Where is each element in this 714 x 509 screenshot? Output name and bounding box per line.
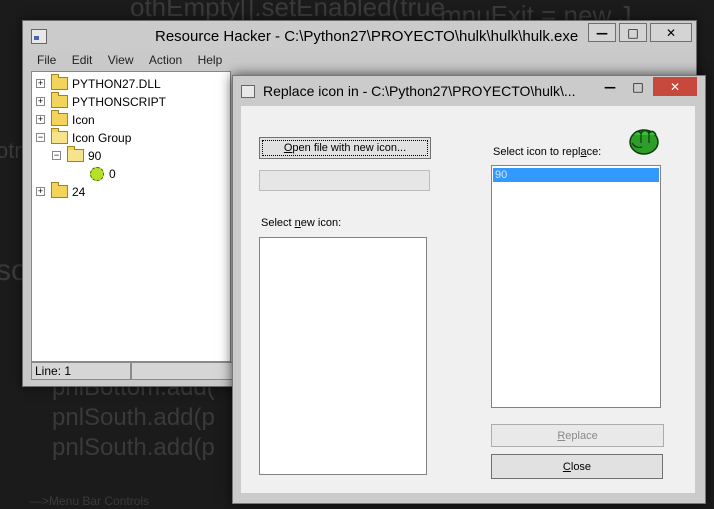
close-button[interactable]: Close — [491, 454, 663, 479]
maximize-button[interactable]: □ — [619, 23, 647, 42]
maximize-icon: □ — [632, 79, 644, 94]
caption-buttons: — □ ✕ — [585, 23, 692, 42]
dialog-app-icon — [241, 85, 255, 98]
new-icon-list[interactable] — [259, 237, 427, 475]
folder-icon — [51, 74, 68, 90]
folder-icon — [51, 110, 68, 126]
expand-icon[interactable]: + — [36, 187, 45, 196]
minimize-button[interactable]: — — [588, 23, 616, 42]
expand-icon[interactable]: + — [36, 97, 45, 106]
minimize-icon: — — [596, 25, 608, 40]
folder-icon — [51, 182, 68, 198]
close-button-label: Close — [562, 460, 592, 473]
close-icon: ✕ — [669, 79, 681, 94]
maximize-icon: □ — [627, 25, 639, 40]
fist-shape — [629, 129, 659, 155]
tree-item-24[interactable]: + 24 — [36, 182, 86, 200]
open-file-button[interactable]: Open file with new icon... — [259, 137, 431, 159]
window-title: Resource Hacker - C:\Python27\PROYECTO\h… — [155, 28, 579, 45]
replace-icon-dialog: Replace icon in - C:\Python27\PROYECTO\h… — [232, 75, 706, 504]
tree-item-python27-dll[interactable]: + PYTHON27.DLL — [36, 74, 161, 92]
menu-bar: File Edit View Action Help — [31, 53, 687, 71]
expand-icon[interactable]: + — [36, 115, 45, 124]
background-code-line: pnlSouth.add(p — [52, 434, 215, 461]
app-icon — [31, 29, 47, 44]
hulk-fist-icon — [629, 129, 659, 155]
dialog-title-bar[interactable]: Replace icon in - C:\Python27\PROYECTO\h… — [233, 76, 705, 104]
replace-button-label: Replace — [557, 429, 598, 442]
dialog-body: Open file with new icon... Select new ic… — [241, 106, 695, 493]
expand-icon[interactable]: + — [36, 79, 45, 88]
dialog-maximize-button[interactable]: □ — [625, 77, 651, 96]
tree-item-label: Icon Group — [72, 130, 132, 145]
tree-item-90[interactable]: − 90 — [52, 146, 102, 164]
collapse-icon[interactable]: − — [36, 133, 45, 142]
tree-item-0[interactable]: 0 — [90, 165, 116, 182]
list-item-90[interactable]: 90 — [493, 168, 659, 182]
tree-item-label: PYTHONSCRIPT — [72, 94, 167, 109]
open-file-button-label: Open file with new icon... — [283, 142, 407, 154]
menu-action[interactable]: Action — [149, 53, 182, 67]
tree-item-label: 90 — [88, 148, 102, 163]
folder-icon — [51, 92, 68, 108]
tree-item-pythonscript[interactable]: + PYTHONSCRIPT — [36, 92, 167, 110]
dialog-title: Replace icon in - C:\Python27\PROYECTO\h… — [263, 83, 576, 99]
dialog-close-button[interactable]: ✕ — [653, 77, 697, 96]
tree-item-label: 0 — [109, 166, 116, 181]
dialog-minimize-button[interactable]: — — [597, 77, 623, 96]
tree-item-label: Icon — [72, 112, 95, 127]
close-icon: ✕ — [665, 25, 677, 40]
status-line: Line: 1 — [31, 362, 131, 380]
menu-file[interactable]: File — [37, 53, 56, 67]
replace-icon-list[interactable]: 90 — [491, 165, 661, 408]
background-code-line: —>Menu Bar Controls — [30, 494, 150, 508]
menu-help[interactable]: Help — [198, 53, 223, 67]
tree-item-label: 24 — [72, 184, 86, 199]
menu-view[interactable]: View — [108, 53, 134, 67]
open-folder-icon — [51, 128, 68, 144]
select-replace-label: Select icon to replace: — [493, 146, 602, 158]
background-code-line: pnlSouth.add(p — [52, 404, 215, 431]
close-window-button[interactable]: ✕ — [650, 23, 692, 42]
collapse-icon[interactable]: − — [52, 151, 61, 160]
icon-resource-icon — [90, 166, 104, 181]
menu-edit[interactable]: Edit — [72, 53, 93, 67]
dialog-caption-buttons: — □ ✕ — [595, 77, 697, 96]
minimize-icon: — — [604, 79, 616, 94]
select-new-icon-label: Select new icon: — [261, 217, 342, 229]
replace-button[interactable]: Replace — [491, 424, 664, 447]
title-bar[interactable]: Resource Hacker - C:\Python27\PROYECTO\h… — [23, 21, 696, 51]
load-progress-bar — [259, 170, 430, 191]
resource-tree[interactable]: + PYTHON27.DLL + PYTHONSCRIPT + Icon − I… — [31, 71, 231, 362]
tree-item-icon-group[interactable]: − Icon Group — [36, 128, 132, 146]
tree-item-label: PYTHON27.DLL — [72, 76, 161, 91]
tree-item-icon[interactable]: + Icon — [36, 110, 95, 128]
open-folder-icon — [67, 146, 84, 162]
